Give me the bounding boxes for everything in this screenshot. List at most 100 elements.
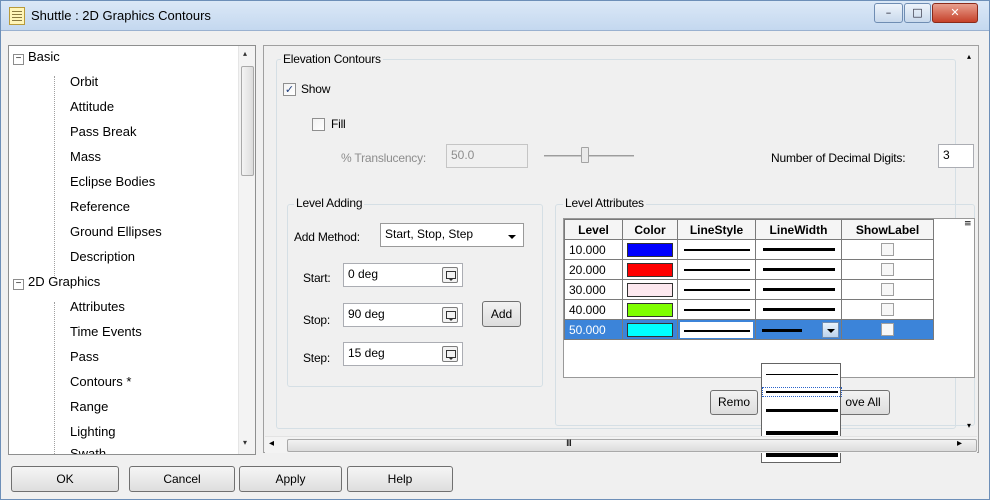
level-cell[interactable]: 10.000 (564, 239, 623, 260)
panel-vertical-scrollbar[interactable]: ▴ ▾ (964, 49, 978, 435)
linestyle-cell[interactable] (677, 299, 756, 320)
level-attributes-grid[interactable]: Level Color LineStyle LineWidth ShowLabe… (563, 218, 975, 378)
start-picker-icon[interactable] (442, 267, 458, 283)
color-swatch[interactable] (627, 282, 673, 297)
step-picker-icon[interactable] (442, 346, 458, 362)
tree-item-reference[interactable]: Reference (70, 197, 130, 217)
color-swatch[interactable] (627, 242, 673, 257)
showlabel-cell[interactable] (841, 279, 934, 300)
chevron-down-icon[interactable] (508, 235, 516, 239)
ok-button[interactable]: OK (11, 466, 119, 492)
tree-item-lighting[interactable]: Lighting (70, 422, 116, 442)
tree-node-2d-graphics[interactable]: −2D Graphics (13, 272, 100, 292)
stop-picker-icon[interactable] (442, 307, 458, 323)
level-cell[interactable]: 50.000 (564, 319, 623, 340)
scroll-thumb[interactable] (241, 66, 254, 176)
color-swatch[interactable] (627, 302, 673, 317)
tree-item-description[interactable]: Description (70, 247, 135, 267)
tree-item-ground-ellipses[interactable]: Ground Ellipses (70, 222, 162, 242)
scroll-up-icon[interactable]: ▴ (967, 52, 971, 61)
panel-horizontal-scrollbar[interactable]: ◂ III ▸ (265, 436, 977, 453)
color-cell[interactable] (622, 239, 678, 260)
linewidth-cell[interactable] (755, 279, 842, 300)
scroll-left-icon[interactable]: ◂ (269, 438, 274, 449)
scroll-down-icon[interactable]: ▾ (967, 421, 971, 430)
add-button[interactable]: Add (482, 301, 521, 327)
showlabel-cell[interactable] (841, 259, 934, 280)
help-button[interactable]: Help (347, 466, 453, 492)
showlabel-checkbox[interactable] (881, 303, 894, 316)
show-checkbox[interactable]: ✓ (283, 83, 296, 96)
line-width-option[interactable] (766, 431, 838, 435)
column-header-showlabel[interactable]: ShowLabel (841, 219, 934, 240)
color-cell[interactable] (622, 319, 678, 340)
scroll-up-icon[interactable]: ▴ (243, 49, 247, 58)
showlabel-checkbox[interactable] (881, 263, 894, 276)
line-width-option[interactable] (766, 374, 838, 375)
column-header-level[interactable]: Level (564, 219, 623, 240)
column-header-linewidth[interactable]: LineWidth (755, 219, 842, 240)
horizontal-scroll-thumb[interactable]: III (287, 439, 977, 452)
table-row[interactable]: 50.000 (564, 319, 934, 340)
column-header-color[interactable]: Color (622, 219, 678, 240)
minimize-button[interactable]: – (874, 3, 903, 23)
showlabel-cell[interactable] (841, 319, 934, 340)
tree-item-time-events[interactable]: Time Events (70, 322, 142, 342)
linewidth-select[interactable] (756, 321, 841, 339)
linestyle-cell[interactable] (677, 259, 756, 280)
color-swatch[interactable] (627, 322, 673, 337)
color-swatch[interactable] (627, 262, 673, 277)
line-width-option[interactable] (766, 409, 838, 412)
tree-item-eclipse-bodies[interactable]: Eclipse Bodies (70, 172, 155, 192)
line-width-option[interactable] (762, 387, 842, 397)
tree-item-range[interactable]: Range (70, 397, 108, 417)
linewidth-cell[interactable] (755, 259, 842, 280)
chevron-down-icon[interactable] (822, 321, 839, 338)
tree-item-contours[interactable]: Contours * (70, 372, 131, 392)
tree-item-attributes[interactable]: Attributes (70, 297, 125, 317)
apply-button[interactable]: Apply (239, 466, 342, 492)
title-bar[interactable]: Shuttle : 2D Graphics Contours – □ ✕ (1, 1, 989, 31)
level-cell[interactable]: 30.000 (564, 279, 623, 300)
collapse-icon[interactable]: − (13, 54, 24, 65)
showlabel-checkbox[interactable] (881, 283, 894, 296)
tree-item-mass[interactable]: Mass (70, 147, 101, 167)
linewidth-cell[interactable] (755, 239, 842, 260)
table-row[interactable]: 40.000 (564, 299, 934, 320)
tree-node-basic[interactable]: − Basic (13, 47, 60, 67)
linestyle-editor[interactable] (680, 321, 753, 338)
color-cell[interactable] (622, 299, 678, 320)
tree-item-attitude[interactable]: Attitude (70, 97, 114, 117)
linewidth-cell[interactable] (755, 299, 842, 320)
showlabel-cell[interactable] (841, 239, 934, 260)
close-button[interactable]: ✕ (932, 3, 978, 23)
tree-item-pass-break[interactable]: Pass Break (70, 122, 136, 142)
color-cell[interactable] (622, 279, 678, 300)
column-header-linestyle[interactable]: LineStyle (677, 219, 756, 240)
add-method-select[interactable]: Start, Stop, Step (380, 223, 524, 247)
tree-scrollbar[interactable]: ▴ ▾ (238, 46, 255, 454)
showlabel-checkbox[interactable] (881, 323, 894, 336)
cancel-button[interactable]: Cancel (129, 466, 235, 492)
linestyle-cell[interactable] (677, 239, 756, 260)
level-cell[interactable]: 40.000 (564, 299, 623, 320)
showlabel-checkbox[interactable] (881, 243, 894, 256)
translucency-slider-track[interactable] (544, 155, 634, 157)
color-cell[interactable] (622, 259, 678, 280)
remove-all-button[interactable]: ove All (836, 390, 890, 415)
table-row[interactable]: 10.000 (564, 239, 934, 260)
maximize-button[interactable]: □ (904, 3, 931, 23)
property-tree[interactable]: − Basic Orbit Attitude Pass Break Mass Ec… (8, 45, 256, 455)
showlabel-cell[interactable] (841, 299, 934, 320)
translucency-slider-thumb[interactable] (581, 147, 589, 163)
tree-item-orbit[interactable]: Orbit (70, 72, 98, 92)
translucency-input[interactable]: 50.0 (446, 144, 528, 168)
table-row[interactable]: 20.000 (564, 259, 934, 280)
fill-checkbox[interactable] (312, 118, 325, 131)
remove-button[interactable]: Remo (710, 390, 758, 415)
scroll-right-icon[interactable]: ▸ (957, 438, 962, 449)
collapse-icon[interactable]: − (13, 279, 24, 290)
tree-item-swath[interactable]: Swath (70, 444, 106, 454)
tree-item-pass[interactable]: Pass (70, 347, 99, 367)
scroll-down-icon[interactable]: ▾ (243, 438, 247, 447)
